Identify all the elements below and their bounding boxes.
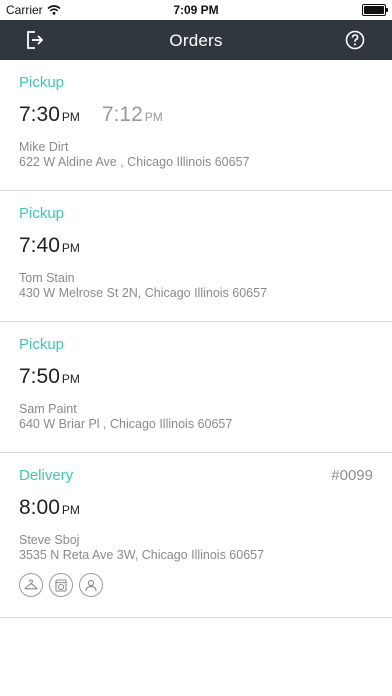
order-times: 7:30 PM 7:12 PM [19,103,163,127]
washer-icon [49,573,73,597]
order-customer: Steve Sboj 3535 N Reta Ave 3W, Chicago I… [19,533,264,563]
order-time: 8:00 PM [19,496,80,519]
order-times: 7:40 PM [19,234,80,258]
customer-address: 430 W Melrose St 2N, Chicago Illinois 60… [19,286,268,300]
status-time: 7:09 PM [173,3,219,17]
order-alt-time: 7:12 PM [101,103,163,126]
customer-address: 622 W Aldine Ave , Chicago Illinois 6065… [19,155,250,169]
order-times: 7:50 PM [19,365,80,389]
customer-address: 3535 N Reta Ave 3W, Chicago Illinois 606… [19,548,265,562]
customer-name: Sam Paint [19,402,77,416]
order-customer: Sam Paint 640 W Briar Pl , Chicago Illin… [19,402,232,432]
order-customer: Tom Stain 430 W Melrose St 2N, Chicago I… [19,271,267,301]
order-item[interactable]: Pickup 7:30 PM 7:12 PM Mike Dirt 622 W Ald… [0,60,392,191]
customer-name: Mike Dirt [19,140,69,154]
order-customer: Mike Dirt 622 W Aldine Ave , Chicago Ill… [19,140,249,170]
nav-bar: Orders [0,20,392,60]
customer-address: 640 W Briar Pl , Chicago Illinois 60657 [19,417,233,431]
orders-list: Pickup 7:30 PM 7:12 PM Mike Dirt 622 W Ald… [0,60,392,618]
help-button[interactable] [343,28,367,52]
order-item[interactable]: Pickup 7:40 PM Tom Stain 430 W Melrose St… [0,191,392,322]
order-type: Pickup [19,205,65,222]
person-icon [79,573,103,597]
status-bar: Carrier 7:09 PM [0,0,392,20]
order-times: 8:00 PM [19,496,80,520]
order-type: Pickup [19,336,65,353]
order-time: 7:40 PM [19,234,80,257]
order-type: Pickup [19,74,65,91]
help-icon [345,30,365,50]
order-number: #0099 [331,467,373,484]
hanger-icon [19,573,43,597]
battery-icon [362,4,388,16]
service-badges [19,573,103,597]
status-right [362,4,388,16]
order-item[interactable]: Delivery #0099 8:00 PM Steve Sboj 3535 N … [0,453,392,618]
customer-name: Tom Stain [19,271,75,285]
customer-name: Steve Sboj [19,533,80,547]
order-type: Delivery [19,467,74,484]
order-time: 7:50 PM [19,365,80,388]
page-title: Orders [169,31,223,50]
order-item[interactable]: Pickup 7:50 PM Sam Paint 640 W Briar Pl ,… [0,322,392,453]
order-time: 7:30 PM [19,103,80,126]
